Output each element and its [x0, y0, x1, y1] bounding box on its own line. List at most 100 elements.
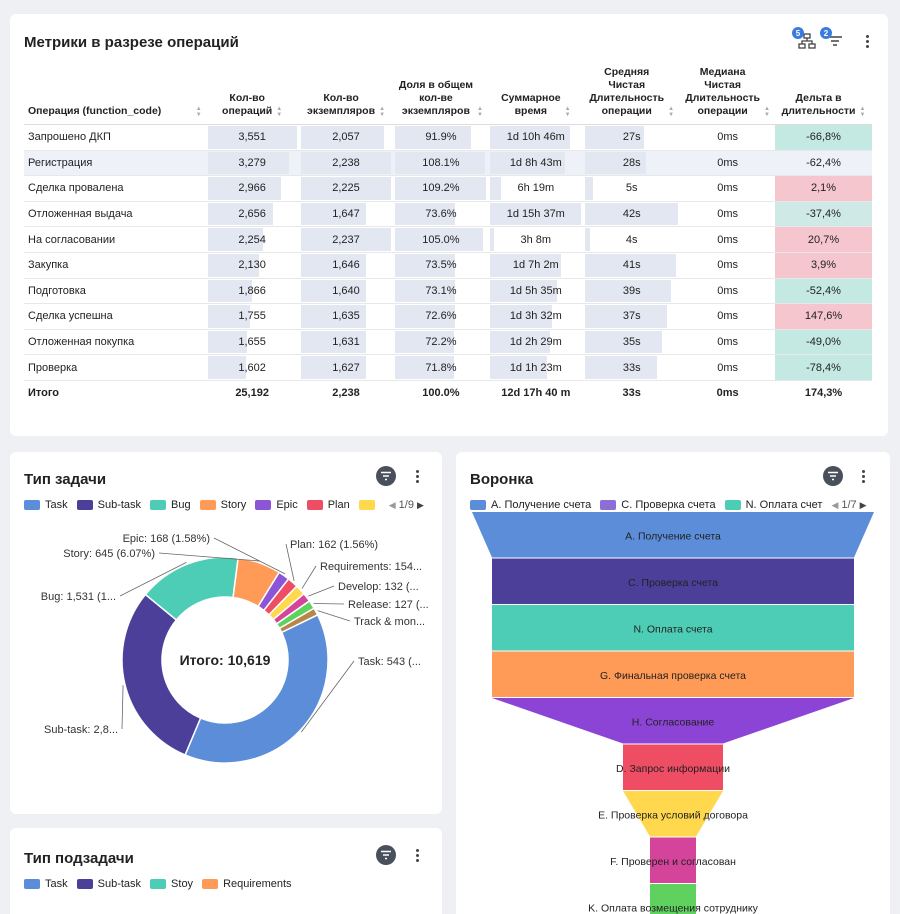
sort-arrows-icon[interactable]: ▲ ▼ — [860, 106, 866, 118]
pager-prev-icon[interactable]: ◀ — [831, 500, 838, 511]
column-header-label: Суммарное — [501, 92, 561, 104]
column-header[interactable]: Средняя Чистая Длительность операции ▲ ▼ — [583, 66, 681, 125]
table-row[interactable]: На согласовании 2,254 2,237 105.0% 3h 8m 4s 0m… — [24, 226, 872, 253]
legend-item[interactable] — [358, 500, 380, 510]
legend-item[interactable]: Plan — [306, 499, 350, 511]
table-row[interactable]: Сделка провалена 2,966 2,225 109.2% 6h 19m 5s… — [24, 175, 872, 202]
total-cell-ops: 25,192 — [235, 387, 269, 400]
column-header-label: Средняя — [604, 66, 650, 78]
legend-item[interactable]: Story — [199, 499, 246, 511]
table-cell-median: 0ms — [680, 226, 776, 253]
funnel-menu-button[interactable] — [856, 465, 870, 487]
table-cell-delta: -78,4% — [775, 354, 872, 381]
column-header[interactable]: Медиана Чистая Длительность операции ▲ ▼ — [680, 66, 776, 125]
table-cell-ops: 1,755 — [205, 303, 299, 330]
table-cell-avg: 39s — [583, 278, 681, 305]
sort-arrows-icon[interactable]: ▲ ▼ — [668, 106, 674, 118]
table-row[interactable]: Запрошено ДКП 3,551 2,057 91.9% 1d 10h 46m 27… — [24, 124, 872, 151]
more-vertical-icon — [415, 468, 419, 485]
column-header-label: Кол-во — [323, 92, 359, 104]
column-header[interactable]: Кол-во операций ▲ ▼ — [205, 66, 299, 125]
table-cell-name: Отложенная выдача — [24, 201, 206, 228]
legend-item[interactable]: Sub-task — [76, 878, 141, 890]
cell-value: 0ms — [717, 208, 738, 221]
subtask-type-menu-button[interactable] — [410, 844, 424, 866]
total-cell-avg: 33s — [622, 387, 641, 400]
column-header-label: длительности — [781, 105, 856, 117]
pager-next-icon[interactable]: ▶ — [417, 500, 424, 511]
column-header[interactable]: Операция (function_code) ▲ ▼ — [24, 66, 206, 125]
cell-value: Подготовка — [28, 284, 86, 297]
sort-arrows-icon[interactable]: ▲ ▼ — [379, 106, 385, 118]
table-cell-median: 0ms — [680, 252, 776, 279]
more-vertical-icon — [861, 468, 865, 485]
cell-value: 3h 8m — [520, 233, 552, 246]
column-header[interactable]: Дельта в длительности ▲ ▼ — [775, 66, 872, 125]
donut-slice[interactable] — [184, 613, 329, 764]
column-header[interactable]: Кол-во экземпляров ▲ ▼ — [298, 66, 394, 125]
sort-arrows-icon[interactable]: ▲ ▼ — [477, 106, 483, 118]
legend-item[interactable]: Task — [24, 878, 68, 890]
funnel-stage-label: D. Запрос информации — [616, 763, 730, 775]
donut-slice[interactable] — [121, 593, 202, 756]
table-cell-delta: -62,4% — [775, 150, 872, 177]
sort-arrows-icon[interactable]: ▲ ▼ — [565, 106, 571, 118]
metrics-menu-button[interactable] — [860, 30, 874, 52]
donut-leader-line — [301, 565, 317, 589]
table-row[interactable]: Отложенная покупка 1,655 1,631 72.2% 1d 2h 2… — [24, 329, 872, 356]
legend-item[interactable]: С. Проверка счета — [600, 499, 716, 511]
cell-data-bar — [585, 177, 593, 200]
legend-item[interactable]: Requirements — [202, 878, 292, 890]
legend-label: Requirements — [223, 878, 292, 890]
table-cell-total: 1d 3h 32m — [488, 303, 584, 330]
legend-item[interactable]: N. Оплата счет — [724, 499, 822, 511]
cell-value: -62,4% — [806, 156, 841, 169]
sort-arrows-icon[interactable]: ▲ ▼ — [276, 106, 282, 118]
table-cell-delta: 20,7% — [775, 226, 872, 253]
legend-item[interactable]: А. Получение счета — [470, 499, 591, 511]
table-cell-name: Регистрация — [24, 150, 206, 177]
table-row[interactable]: Сделка успешна 1,755 1,635 72.6% 1d 3h 32m 37… — [24, 303, 872, 330]
table-cell-ops: 1,602 — [205, 354, 299, 381]
hierarchy-button[interactable]: 5 — [792, 27, 818, 52]
sort-arrows-icon[interactable]: ▲ ▼ — [196, 106, 202, 118]
cell-value: 35s — [622, 336, 641, 349]
table-row[interactable]: Отложенная выдача 2,656 1,647 73.6% 1d 15h 3… — [24, 201, 872, 228]
legend-item[interactable]: Epic — [255, 499, 298, 511]
legend-item[interactable]: Sub-task — [76, 499, 141, 511]
table-cell-total: 1d 8h 43m — [488, 150, 584, 177]
table-cell-share: 73.1% — [393, 278, 489, 305]
cell-value: Проверка — [28, 361, 78, 374]
cell-value: 1,866 — [238, 284, 266, 297]
legend-item[interactable]: Task — [24, 499, 68, 511]
column-header[interactable]: Доля в общем кол-ве экземпляров ▲ ▼ — [393, 66, 489, 125]
legend-item[interactable]: Stoy — [150, 878, 193, 890]
legend-swatch — [24, 500, 40, 510]
funnel-filter-button[interactable] — [823, 466, 843, 486]
table-row[interactable]: Проверка 1,602 1,627 71.8% 1d 1h 23m 33s 0ms -7… — [24, 354, 872, 381]
sort-button[interactable]: 2 — [820, 27, 846, 52]
column-header[interactable]: Суммарное время ▲ ▼ — [488, 66, 584, 125]
table-row[interactable]: Закупка 2,130 1,646 73.5% 1d 7h 2m 41s 0ms 3,9% — [24, 252, 872, 279]
cell-value: 1,640 — [332, 284, 360, 297]
table-cell-name: Проверка — [24, 354, 206, 381]
column-header-label: время — [514, 105, 548, 117]
column-header-label: операции — [697, 105, 748, 117]
pager-next-icon[interactable]: ▶ — [860, 500, 867, 511]
table-row[interactable]: Подготовка 1,866 1,640 73.1% 1d 5h 35m 39s 0ms… — [24, 278, 872, 305]
cell-value: 2,238 — [332, 156, 360, 169]
task-type-filter-button[interactable] — [376, 466, 396, 486]
cell-value: 1d 3h 32m — [509, 310, 562, 323]
table-cell-ops: 3,279 — [205, 150, 299, 177]
cell-value: Сделка успешна — [28, 310, 113, 323]
cell-value: 41s — [622, 259, 641, 272]
pager-prev-icon[interactable]: ◀ — [389, 500, 396, 511]
table-row[interactable]: Регистрация 3,279 2,238 108.1% 1d 8h 43m 28s 0… — [24, 150, 872, 177]
legend-item[interactable]: Bug — [150, 499, 191, 511]
column-header-label: экземпляров — [307, 105, 376, 117]
task-type-menu-button[interactable] — [410, 465, 424, 487]
sort-arrows-icon[interactable]: ▲ ▼ — [764, 106, 770, 118]
metrics-title: Метрики в разрезе операций — [24, 34, 239, 51]
subtask-type-filter-button[interactable] — [376, 845, 396, 865]
cell-value: 33s — [622, 361, 641, 374]
